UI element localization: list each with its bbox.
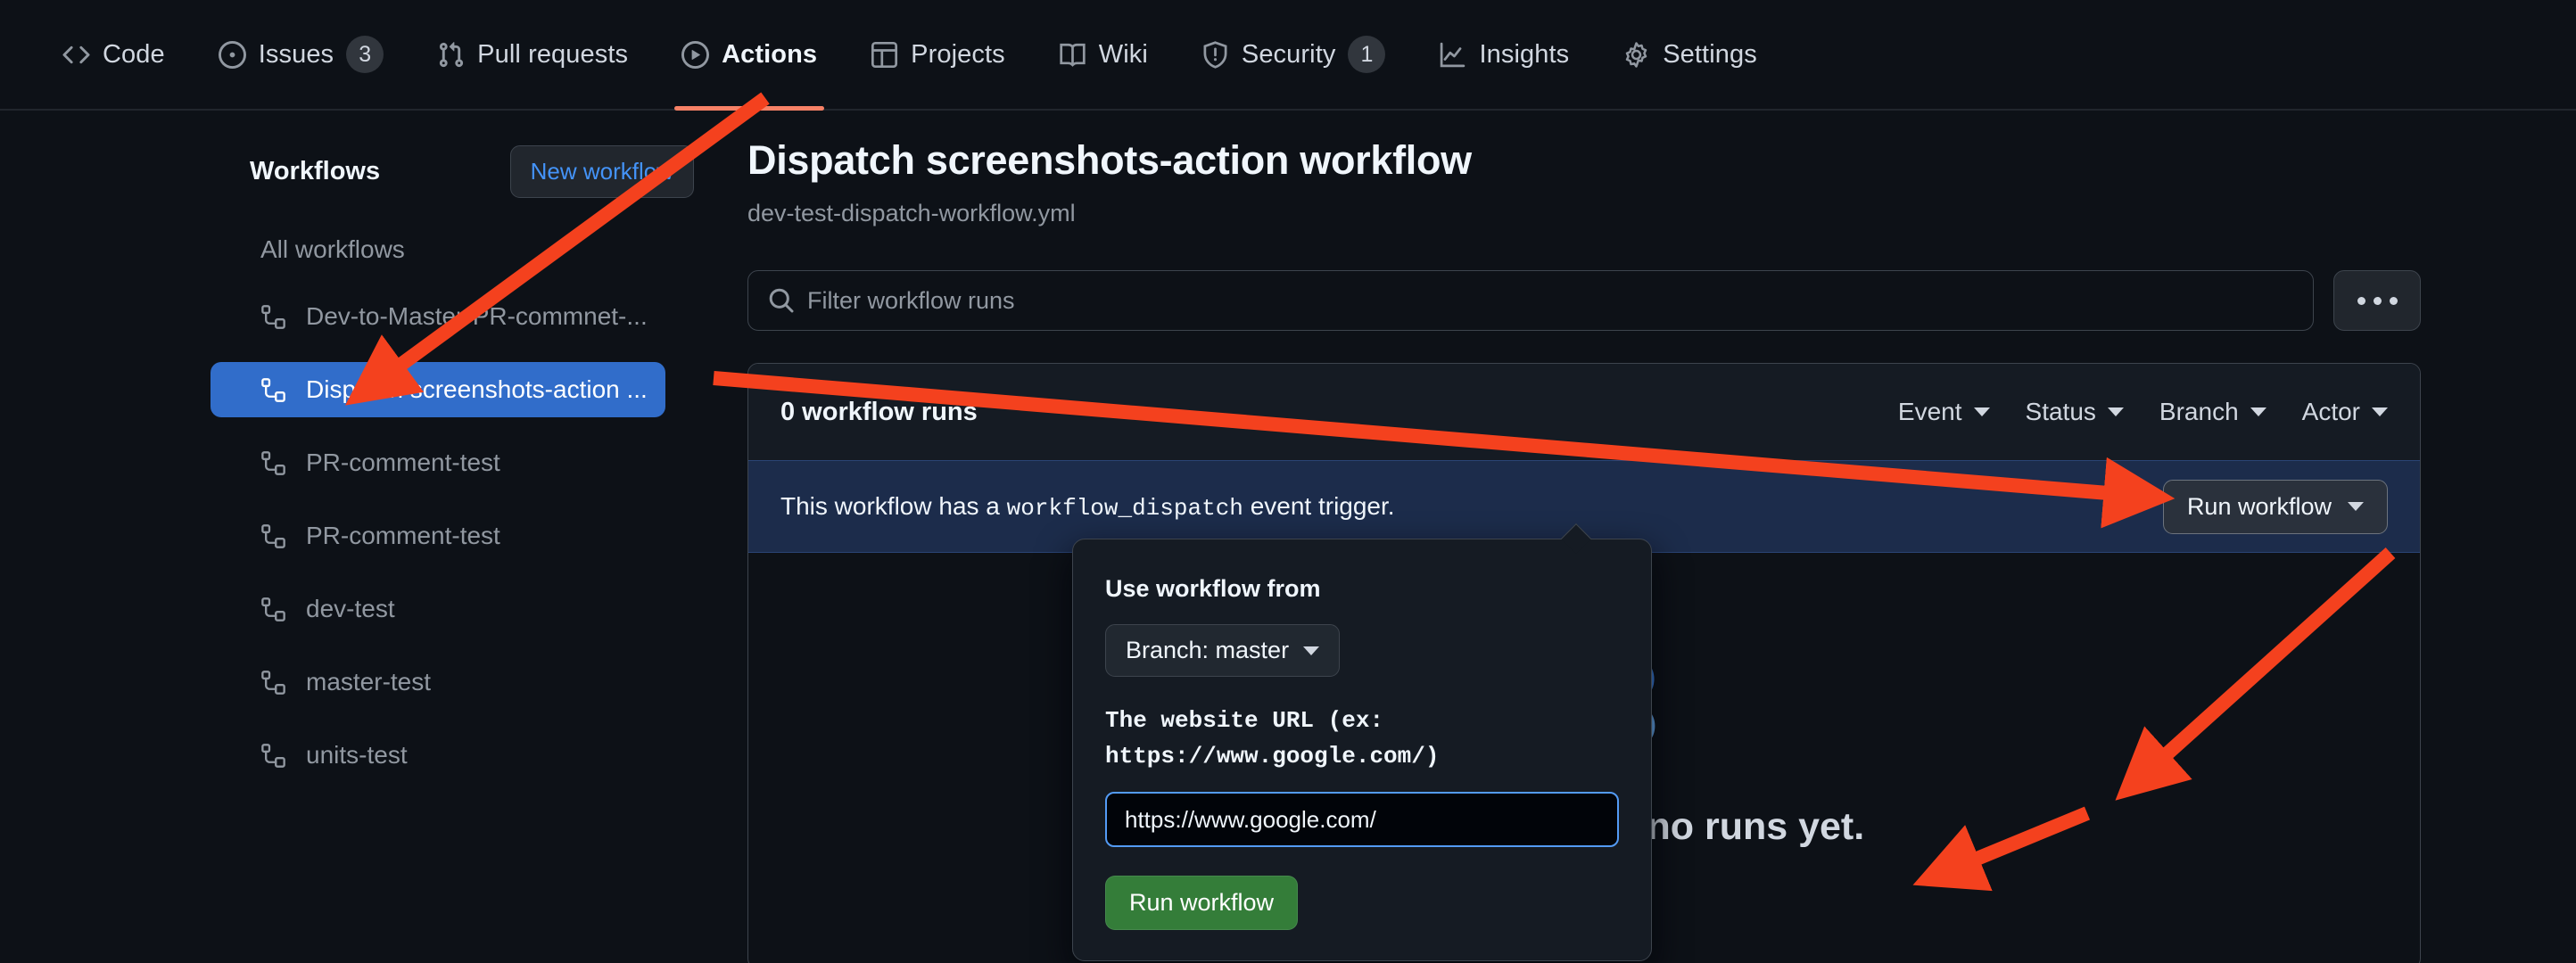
filter-label: Status: [2025, 398, 2096, 425]
branch-selector-button[interactable]: Branch: master: [1105, 624, 1341, 677]
filter-label: Event: [1897, 398, 1962, 425]
website-url-input[interactable]: [1105, 792, 1619, 848]
sidebar-title: Workflows: [250, 156, 381, 185]
nav-label: Settings: [1663, 39, 1757, 69]
runs-filters: Event Status Branch Actor: [1898, 398, 2388, 426]
run-workflow-button-label: Run workflow: [2186, 492, 2332, 520]
new-workflow-button[interactable]: New workflow: [509, 144, 694, 198]
workflow-icon: [260, 597, 286, 622]
sidebar-item-workflow-selected[interactable]: Dispatch screenshots-action ...: [211, 362, 665, 417]
dispatch-text-after: event trigger.: [1250, 491, 1395, 520]
graph-icon: [1439, 41, 1466, 69]
filter-actor-dropdown[interactable]: Actor: [2302, 398, 2388, 426]
workflow-icon: [260, 450, 286, 476]
workflow-filename: dev-test-dispatch-workflow.yml: [747, 200, 1076, 226]
filter-label: Actor: [2301, 398, 2360, 425]
sidebar-item-label: Dispatch screenshots-action ...: [306, 375, 648, 403]
sidebar-item-workflow[interactable]: dev-test: [211, 581, 710, 637]
sidebar-workflow-list: Dev-to-Master-PR-commnet-... Dispatch sc…: [211, 289, 710, 783]
nav-label: Actions: [722, 39, 818, 69]
kebab-dot: [2373, 296, 2382, 305]
security-count-badge: 1: [1348, 36, 1386, 73]
shield-icon: [1201, 40, 1229, 69]
workflow-input-description: The website URL (ex: https://www.google.…: [1105, 707, 1440, 770]
submit-run-workflow-button[interactable]: Run workflow: [1105, 876, 1299, 931]
filter-event-dropdown[interactable]: Event: [1898, 398, 1990, 426]
play-circle-icon: [681, 40, 710, 69]
nav-label: Security: [1241, 39, 1336, 69]
workflow-icon: [260, 377, 286, 403]
nav-item-security[interactable]: Security 1: [1175, 0, 1413, 109]
page-title: Dispatch screenshots-action workflow: [747, 137, 1472, 183]
kebab-dot: [2357, 296, 2365, 305]
issue-opened-icon: [218, 40, 246, 69]
dispatch-text-before: This workflow has a: [780, 491, 1000, 520]
issues-count-badge: 3: [346, 36, 384, 73]
sidebar-item-label: PR-comment-test: [306, 449, 500, 476]
sidebar-item-workflow[interactable]: Dev-to-Master-PR-commnet-...: [211, 289, 710, 344]
sidebar-item-label: master-test: [306, 668, 432, 696]
nav-label: Pull requests: [477, 39, 629, 69]
filter-row: [747, 270, 2421, 331]
use-workflow-from-label: Use workflow from: [1105, 575, 1321, 602]
git-pull-request-icon: [437, 41, 465, 69]
sidebar-header: Workflows New workflow: [211, 143, 710, 200]
code-icon: [62, 41, 90, 69]
runs-count-label: 0 workflow runs: [780, 397, 978, 426]
nav-label: Issues: [258, 39, 334, 69]
nav-item-insights[interactable]: Insights: [1412, 0, 1596, 109]
nav-item-pull-requests[interactable]: Pull requests: [410, 0, 655, 109]
book-icon: [1059, 41, 1086, 69]
gear-icon: [1622, 41, 1650, 69]
dispatch-event-code: workflow_dispatch: [1006, 494, 1243, 522]
run-workflow-popover: Use workflow from Branch: master The web…: [1072, 523, 1652, 962]
sidebar-item-workflow[interactable]: units-test: [211, 728, 710, 783]
search-icon: [768, 287, 795, 314]
runs-header: 0 workflow runs Event Status Branch Acto…: [748, 364, 2420, 460]
run-workflow-dropdown-button[interactable]: Run workflow: [2162, 479, 2388, 534]
page-body: Workflows New workflow All workflows Dev…: [0, 111, 2576, 963]
branch-selector-label: Branch: master: [1126, 637, 1290, 663]
more-options-button[interactable]: [2333, 270, 2421, 331]
nav-item-settings[interactable]: Settings: [1596, 0, 1784, 109]
workflow-icon: [260, 743, 286, 769]
sidebar-item-label: PR-comment-test: [306, 522, 500, 549]
sidebar-item-workflow[interactable]: PR-comment-test: [211, 508, 710, 564]
sidebar-item-label: dev-test: [306, 595, 395, 622]
workflow-icon: [260, 670, 286, 696]
nav-label: Code: [103, 39, 165, 69]
chevron-down-icon: [1973, 407, 1990, 416]
workflow-icon: [260, 523, 286, 549]
sidebar-item-label: Dev-to-Master-PR-commnet-...: [306, 302, 648, 330]
chevron-down-icon: [2250, 407, 2266, 416]
sidebar-item-label: units-test: [306, 741, 408, 769]
kebab-dot: [2389, 296, 2398, 305]
repo-nav-list: Code Issues 3 Pull requests Actions Proj…: [0, 0, 2576, 111]
nav-item-code[interactable]: Code: [36, 0, 192, 109]
sidebar-item-all-workflows[interactable]: All workflows: [211, 219, 710, 280]
search-input[interactable]: [807, 286, 2313, 315]
sidebar-item-workflow[interactable]: PR-comment-test: [211, 435, 710, 490]
filter-branch-dropdown[interactable]: Branch: [2159, 398, 2266, 426]
nav-label: Wiki: [1098, 39, 1148, 69]
filter-label: Branch: [2159, 398, 2239, 425]
workflows-sidebar: Workflows New workflow All workflows Dev…: [211, 111, 710, 801]
nav-item-actions[interactable]: Actions: [655, 0, 844, 111]
sidebar-item-workflow[interactable]: master-test: [211, 654, 710, 710]
repo-nav: Code Issues 3 Pull requests Actions Proj…: [0, 0, 2576, 111]
chevron-down-icon: [2348, 502, 2364, 511]
workflow-icon: [260, 304, 286, 330]
table-icon: [871, 41, 898, 69]
nav-label: Insights: [1479, 39, 1570, 69]
nav-item-issues[interactable]: Issues 3: [192, 0, 410, 109]
chevron-down-icon: [2372, 407, 2388, 416]
chevron-down-icon: [1303, 646, 1320, 655]
nav-item-projects[interactable]: Projects: [844, 0, 1032, 109]
nav-label: Projects: [911, 39, 1005, 69]
filter-status-dropdown[interactable]: Status: [2026, 398, 2124, 426]
nav-item-wiki[interactable]: Wiki: [1032, 0, 1175, 109]
dispatch-banner-text: This workflow has a workflow_dispatch ev…: [780, 492, 1395, 522]
search-box[interactable]: [747, 270, 2314, 331]
chevron-down-icon: [2107, 407, 2124, 416]
